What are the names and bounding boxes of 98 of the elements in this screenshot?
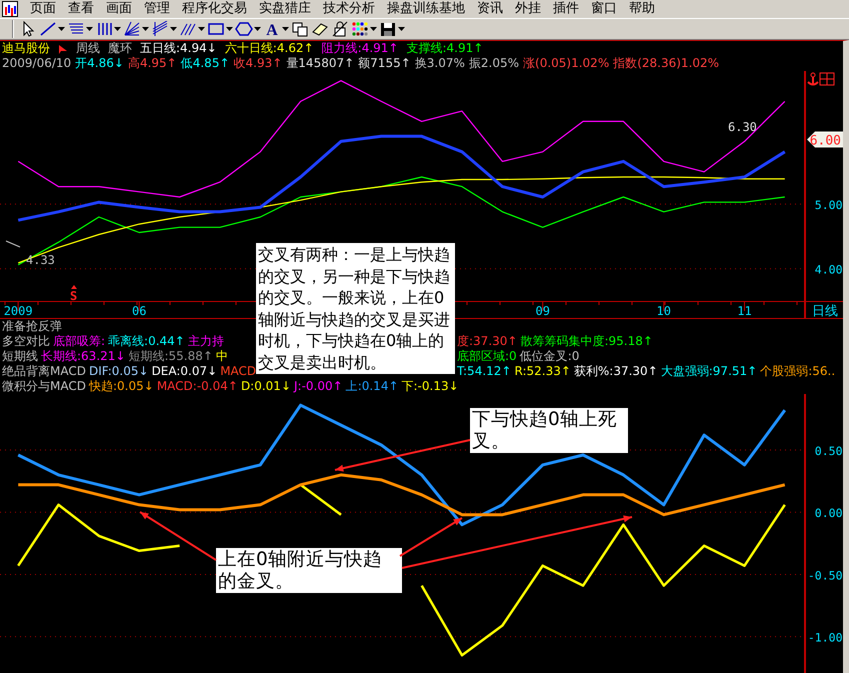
indicator-value: 散筹筹码集中度:95.18↑	[520, 334, 653, 349]
indicator-value: 魔环	[108, 41, 132, 56]
diagonal-lines-icon	[179, 21, 197, 37]
axis-label: -0.50	[808, 568, 842, 582]
price-label: 4.33	[26, 253, 55, 267]
rectangle-icon	[207, 21, 225, 37]
up-arrow-icon	[71, 285, 77, 289]
indicator-value: DIF:0.05↓	[88, 364, 149, 379]
color-dots-icon	[351, 21, 369, 37]
marker-icon	[58, 43, 68, 55]
quote-value: 换3.07%	[414, 56, 465, 71]
indicator-value: 获利%:37.30↑	[574, 364, 658, 379]
anchor-icon	[807, 72, 819, 86]
indicator-value: 个股强弱:56..	[760, 364, 836, 379]
quote-value: 开4.86↓	[75, 56, 124, 71]
indicator-name: 准备抢反弹	[2, 319, 62, 334]
menu-item[interactable]: 插件	[547, 0, 585, 18]
menu-item[interactable]: 实盘猎庄	[253, 0, 317, 18]
menu-item[interactable]: 外挂	[509, 0, 547, 18]
annotation-note: 上在0轴附近与快趋的金叉。	[216, 548, 402, 593]
indicator-value: 下:-0.13↓	[402, 379, 459, 394]
quote-value: 涨(0.05)1.02%	[523, 56, 610, 71]
lock-icon	[331, 21, 349, 37]
indicator-value: DEA:0.07↓	[152, 364, 218, 379]
menu-item[interactable]: 程序化交易	[176, 0, 253, 18]
hexagon-icon	[235, 21, 253, 37]
quote-value: 振2.05%	[468, 56, 520, 71]
indicator-value: 五日线:4.94↓	[140, 41, 217, 56]
menu-item[interactable]: 资讯	[471, 0, 509, 18]
quote-date: 2009/06/10	[2, 56, 72, 71]
time-axis-label: 09	[536, 304, 550, 318]
time-axis-label: 2009	[4, 304, 33, 318]
menu-item[interactable]: 窗口	[585, 0, 623, 18]
time-axis-label: 10	[656, 304, 671, 318]
indicator-value: 中	[216, 349, 228, 364]
indicator-value: 六十日线:4.62↑	[224, 41, 314, 56]
time-axis-label: 11	[737, 304, 752, 318]
indicator-value: 上:0.14↑	[346, 379, 399, 394]
indicator-value: MACD	[220, 364, 256, 379]
save-icon	[379, 21, 397, 37]
indicator-value: 阻力线:4.91↑	[322, 41, 398, 56]
stock-name: 迪马股份	[2, 41, 50, 56]
indicator-name: 多空对比	[2, 334, 50, 349]
axis-label: -1.00	[808, 630, 842, 645]
indicator-value: D:0.01↓	[240, 379, 291, 394]
panel-icon	[820, 72, 834, 86]
indicator-value: J:-0.00↑	[294, 379, 343, 394]
axis-label: 0.00	[814, 506, 842, 520]
eraser-icon	[311, 21, 329, 37]
quote-value: 额7155↑	[358, 56, 411, 71]
indicator-value: 长期线:63.21↓	[41, 349, 126, 364]
time-axis-label: 06	[132, 304, 146, 318]
menu-item[interactable]: 管理	[138, 0, 176, 18]
copy-icon	[291, 21, 309, 37]
annotation-note: 交叉有两种：一是上与快趋的交叉，另一种是下与快趋的交叉。一般来说，上在0轴附近与快趋的交叉是买进时机，下与快趋在0轴上的交叉是卖出时机。	[256, 243, 455, 374]
indicator-value: 低位金叉:0	[520, 349, 580, 364]
quote-value: 高4.95↑	[128, 56, 177, 71]
indicator-name: 微积分与MACD	[2, 379, 86, 394]
channel-lines-icon	[151, 21, 169, 37]
lock-tool-button[interactable]	[330, 19, 350, 39]
quote-value: 低4.85↑	[180, 56, 230, 71]
menu-item[interactable]: 查看	[62, 0, 100, 18]
price-label: 6.30	[728, 120, 757, 134]
signal-label: S	[70, 289, 78, 303]
text-tool-button[interactable]: A	[262, 19, 290, 39]
indicator-name: 短期线	[2, 349, 38, 364]
indicator-value: 底部吸筹:	[53, 334, 106, 349]
indicator-value: 快趋:0.05↓	[88, 379, 154, 394]
quote-value: 量145807↑	[286, 56, 354, 71]
line-icon	[39, 21, 57, 37]
indicator-value: 底部区域:0	[457, 349, 517, 364]
axis-label: 5.00	[814, 198, 842, 212]
menu-item[interactable]: 页面	[24, 0, 62, 18]
indicator-value: 大盘强弱:97.51↑	[660, 364, 758, 379]
menu-item[interactable]: 技术分析	[317, 0, 381, 18]
quote-value: 指数(28.36)1.02%	[613, 56, 720, 71]
axis-label: 4.00	[814, 262, 842, 277]
axis-label: 0.50	[814, 444, 842, 458]
annotation-note: 下与快趋0轴上死叉。	[470, 408, 628, 453]
indicator-value: R:52.33↑	[514, 364, 571, 379]
indicator-value: 短期线:55.88↑	[128, 349, 213, 364]
fan-lines-icon	[123, 21, 141, 37]
leader-line	[6, 240, 20, 248]
quote-value: 收4.93↑	[234, 56, 282, 71]
text-tool-icon: A	[263, 21, 281, 37]
indicator-value: 支撑线:4.91↑	[406, 41, 484, 56]
indicator-value: MACD:-0.04↑	[156, 379, 238, 394]
indicator-value: 主力持	[188, 334, 224, 349]
menu-item[interactable]: 帮助	[623, 0, 661, 18]
indicator-value: 度:37.30↑	[457, 334, 518, 349]
indicator-value: T:54.12↑	[457, 364, 512, 379]
indicator-value: 周线	[76, 41, 100, 56]
indicator-name: 绝品背离MACD	[2, 364, 86, 379]
menu-item[interactable]: 画面	[100, 0, 138, 18]
price-tag: 6.00	[807, 131, 843, 148]
period-label: 日线	[812, 303, 838, 318]
menu-item[interactable]: 操盘训练基地	[381, 0, 471, 18]
indicator-value: 乖离线:0.44↑	[108, 334, 185, 349]
